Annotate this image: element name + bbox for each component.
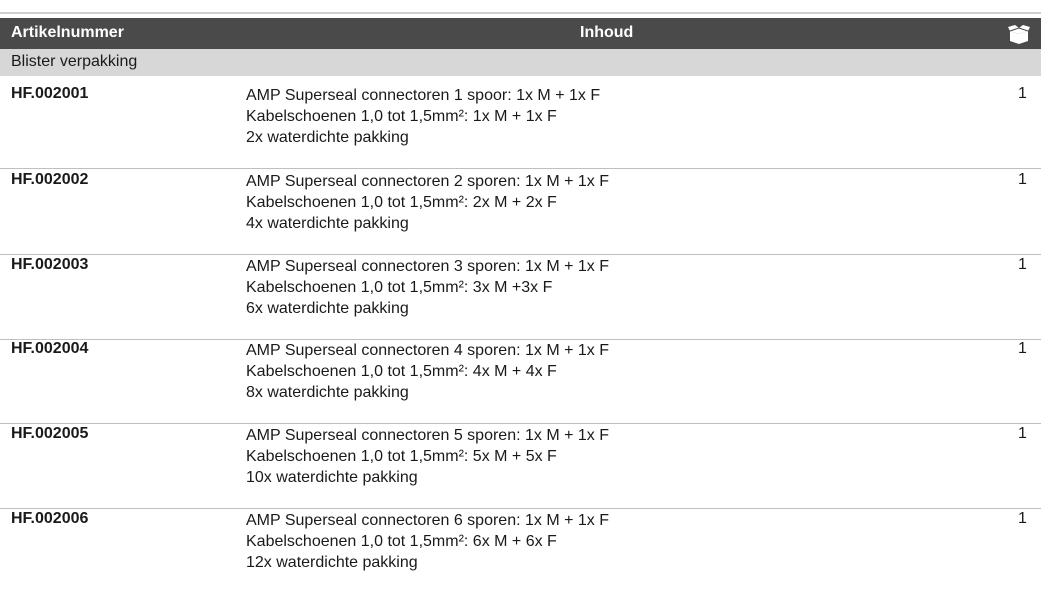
content-line: AMP Superseal connectoren 1 spoor: 1x M … bbox=[246, 87, 601, 104]
article-number: HF.002004 bbox=[11, 340, 89, 357]
article-number: HF.002001 bbox=[11, 85, 89, 102]
content-line: 10x waterdichte pakking bbox=[246, 469, 418, 486]
content-lines: AMP Superseal connectoren 1 spoor: 1x M … bbox=[246, 85, 600, 148]
content-lines: AMP Superseal connectoren 3 sporen: 1x M… bbox=[246, 256, 609, 319]
table-row: HF.002003 AMP Superseal connectoren 3 sp… bbox=[0, 254, 1041, 340]
article-number: HF.002003 bbox=[11, 256, 89, 273]
table-row: HF.002006 AMP Superseal connectoren 6 sp… bbox=[0, 508, 1041, 593]
content-line: Kabelschoenen 1,0 tot 1,5mm²: 4x M + 4x … bbox=[246, 363, 557, 380]
header-article-number: Artikelnummer bbox=[11, 24, 124, 41]
table-header: Artikelnummer Inhoud bbox=[0, 18, 1041, 49]
section-title: Blister verpakking bbox=[11, 53, 138, 70]
content-line: AMP Superseal connectoren 2 sporen: 1x M… bbox=[246, 173, 610, 190]
table-row: HF.002005 AMP Superseal connectoren 5 sp… bbox=[0, 423, 1041, 509]
content-line: Kabelschoenen 1,0 tot 1,5mm²: 2x M + 2x … bbox=[246, 194, 557, 211]
table-row: HF.002001 AMP Superseal connectoren 1 sp… bbox=[0, 83, 1041, 169]
quantity: 1 bbox=[1018, 171, 1027, 188]
top-divider bbox=[0, 12, 1041, 14]
table-row: HF.002002 AMP Superseal connectoren 2 sp… bbox=[0, 169, 1041, 255]
product-table: Artikelnummer Inhoud Blister verpakking … bbox=[0, 0, 1059, 574]
quantity: 1 bbox=[1018, 340, 1027, 357]
content-line: Kabelschoenen 1,0 tot 1,5mm²: 6x M + 6x … bbox=[246, 533, 557, 550]
content-line: AMP Superseal connectoren 3 sporen: 1x M… bbox=[246, 258, 610, 275]
section-header: Blister verpakking bbox=[0, 49, 1041, 76]
content-line: AMP Superseal connectoren 4 sporen: 1x M… bbox=[246, 342, 610, 359]
box-icon bbox=[1007, 24, 1031, 44]
content-line: Kabelschoenen 1,0 tot 1,5mm²: 5x M + 5x … bbox=[246, 448, 557, 465]
content-lines: AMP Superseal connectoren 5 sporen: 1x M… bbox=[246, 425, 609, 488]
quantity: 1 bbox=[1018, 425, 1027, 442]
content-lines: AMP Superseal connectoren 4 sporen: 1x M… bbox=[246, 340, 609, 403]
content-line: Kabelschoenen 1,0 tot 1,5mm²: 3x M +3x F bbox=[246, 279, 553, 296]
article-number: HF.002006 bbox=[11, 510, 89, 527]
content-line: AMP Superseal connectoren 6 sporen: 1x M… bbox=[246, 512, 610, 529]
content-line: 4x waterdichte pakking bbox=[246, 215, 409, 232]
content-line: 8x waterdichte pakking bbox=[246, 384, 409, 401]
content-lines: AMP Superseal connectoren 2 sporen: 1x M… bbox=[246, 171, 609, 234]
table-row: HF.002004 AMP Superseal connectoren 4 sp… bbox=[0, 338, 1041, 424]
content-line: 6x waterdichte pakking bbox=[246, 300, 409, 317]
content-line: 2x waterdichte pakking bbox=[246, 129, 409, 146]
quantity: 1 bbox=[1018, 256, 1027, 273]
content-lines: AMP Superseal connectoren 6 sporen: 1x M… bbox=[246, 510, 609, 573]
content-line: Kabelschoenen 1,0 tot 1,5mm²: 1x M + 1x … bbox=[246, 108, 557, 125]
content-line: 12x waterdichte pakking bbox=[246, 554, 418, 571]
content-line: AMP Superseal connectoren 5 sporen: 1x M… bbox=[246, 427, 610, 444]
header-content: Inhoud bbox=[580, 24, 634, 41]
article-number: HF.002005 bbox=[11, 425, 89, 442]
quantity: 1 bbox=[1018, 85, 1027, 102]
quantity: 1 bbox=[1018, 510, 1027, 527]
article-number: HF.002002 bbox=[11, 171, 89, 188]
